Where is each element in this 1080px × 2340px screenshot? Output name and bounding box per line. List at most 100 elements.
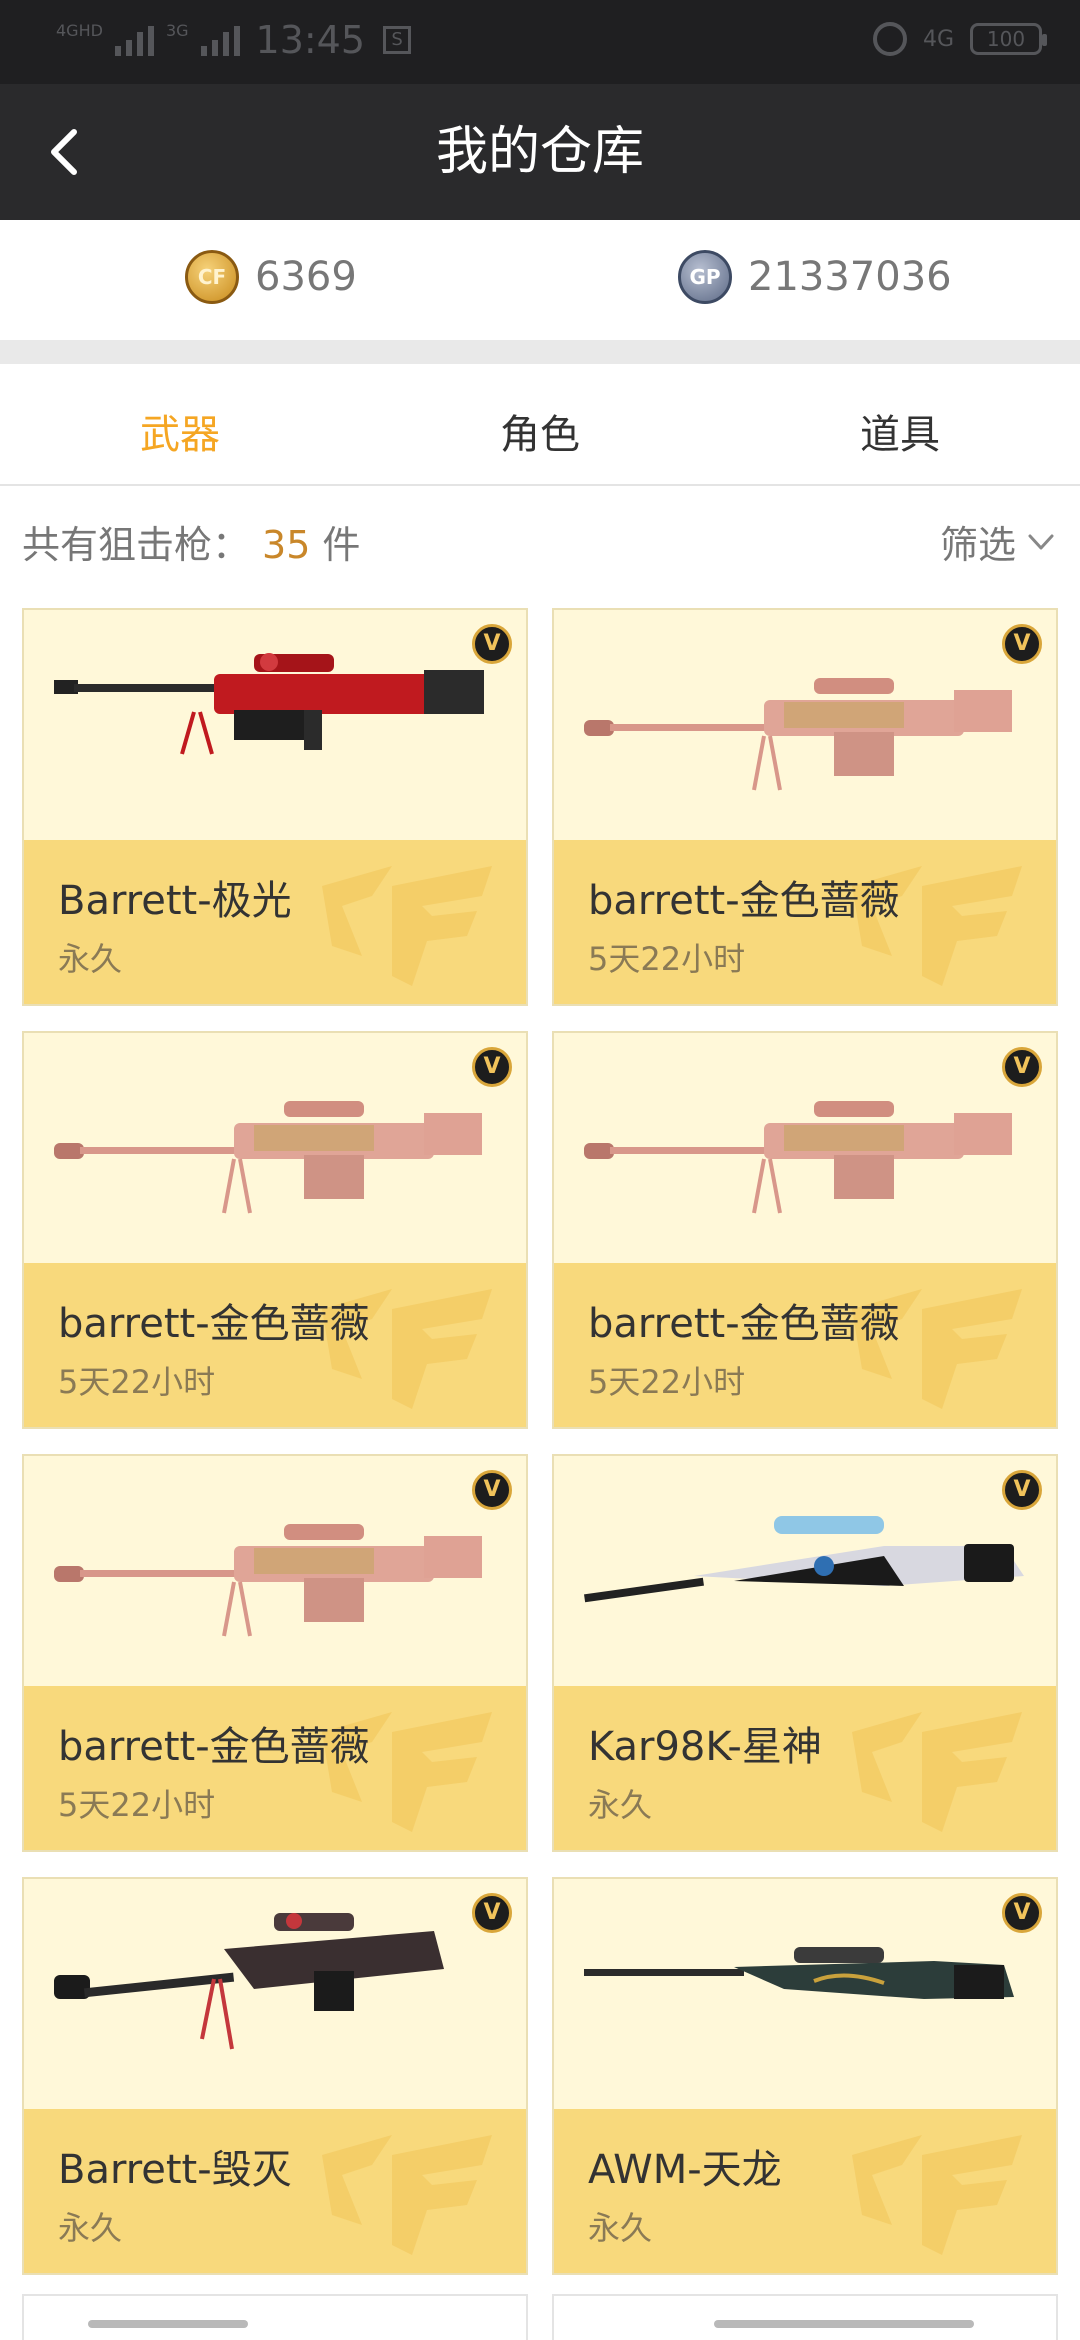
gp-value: 21337036 <box>748 254 952 300</box>
status-left: 4GHD 3G 13:45 S <box>56 18 412 62</box>
category-tabs: 武器 角色 道具 <box>0 364 1080 486</box>
notification-icon: S <box>383 26 412 54</box>
battery-icon: 100 <box>970 23 1047 55</box>
weapon-image <box>24 610 526 840</box>
tab-weapons[interactable]: 武器 <box>0 402 360 460</box>
cf-coin-icon-label: CF <box>197 265 227 289</box>
weapon-image <box>554 610 1056 840</box>
vip-badge-icon: V <box>1002 624 1042 664</box>
clock: 13:45 <box>255 18 366 62</box>
weapon-card[interactable]: Vbarrett-金色蔷薇 5天22小时 <box>22 1031 528 1429</box>
gp-balance: GP 21337036 <box>678 250 952 304</box>
summary-count: 35 <box>262 523 311 567</box>
weapon-duration: 永久 <box>58 2209 123 2247</box>
weapon-info: Barrett-毁灭永久 <box>24 2109 526 2273</box>
barrett-rose-rifle-icon <box>54 1101 482 1214</box>
weapon-card-partial[interactable] <box>552 2294 1058 2340</box>
weapon-card[interactable]: V Kar98K-星神永久 <box>552 1454 1058 1852</box>
status-bar: 4GHD 3G 13:45 S 4G 100 <box>0 0 1080 84</box>
network-4g-label: 4G <box>922 26 954 52</box>
summary-prefix: 共有狙击枪： <box>22 523 251 567</box>
tab-characters[interactable]: 角色 <box>360 402 720 460</box>
weapon-name: barrett-金色蔷薇 <box>588 1301 900 1347</box>
weapon-info: barrett-金色蔷薇 5天22小时 <box>24 1686 526 1850</box>
vip-badge-icon: V <box>1002 1047 1042 1087</box>
network-type-label: 4GHD <box>56 20 103 40</box>
filter-label: 筛选 <box>939 523 1016 567</box>
weapon-duration: 5天22小时 <box>58 1363 216 1401</box>
weapon-image-partial <box>88 2320 248 2328</box>
weapon-image <box>24 1879 526 2109</box>
weapon-duration: 永久 <box>588 1786 653 1824</box>
kar98k-rifle-icon <box>584 1516 1024 1603</box>
status-right: 4G 100 <box>872 22 1047 56</box>
weapon-name: AWM-天龙 <box>588 2147 782 2193</box>
tab-props[interactable]: 道具 <box>720 402 1080 460</box>
cf-coin-icon: CF <box>185 250 239 304</box>
weapon-name: Kar98K-星神 <box>588 1724 822 1770</box>
gp-icon: GP <box>678 250 732 304</box>
weapon-name: barrett-金色蔷薇 <box>58 1301 370 1347</box>
section-divider <box>0 340 1080 364</box>
signal-icon-2 <box>200 24 240 56</box>
weapon-info: Barrett-极光永久 <box>24 840 526 1004</box>
page-title: 我的仓库 <box>435 122 644 182</box>
weapon-card[interactable]: Vbarrett-金色蔷薇 5天22小时 <box>552 608 1058 1006</box>
weapon-duration: 永久 <box>588 2209 653 2247</box>
cf-coin-value: 6369 <box>255 254 357 300</box>
weapon-card[interactable]: V Barrett-毁灭永久 <box>22 1877 528 2275</box>
weapon-info: Kar98K-星神永久 <box>554 1686 1056 1850</box>
barrett-black-rifle-icon <box>54 1913 444 2050</box>
signal-icon <box>114 24 154 56</box>
weapon-card[interactable]: Vbarrett-金色蔷薇 5天22小时 <box>552 1031 1058 1429</box>
vip-badge-icon: V <box>472 1893 512 1933</box>
weapon-name: Barrett-毁灭 <box>58 2147 292 2193</box>
weapon-image <box>554 1879 1056 2109</box>
weapon-card[interactable]: V Barrett-极光永久 <box>22 608 528 1006</box>
weapon-duration: 5天22小时 <box>588 940 746 978</box>
cf-logo-watermark-icon <box>852 2135 1022 2255</box>
cf-coin-balance: CF 6369 <box>185 250 357 304</box>
weapon-name: barrett-金色蔷薇 <box>58 1724 370 1770</box>
weapon-image <box>24 1456 526 1686</box>
weapon-info: barrett-金色蔷薇 5天22小时 <box>24 1263 526 1427</box>
network-type-label-2: 3G <box>165 20 189 40</box>
weapon-name: Barrett-极光 <box>58 878 292 924</box>
gp-icon-label: GP <box>689 265 721 289</box>
weapon-duration: 5天22小时 <box>58 1786 216 1824</box>
weapon-image <box>554 1456 1056 1686</box>
vip-badge-icon: V <box>1002 1893 1042 1933</box>
barrett-rose-rifle-icon <box>584 678 1012 791</box>
weapon-info: AWM-天龙永久 <box>554 2109 1056 2273</box>
alarm-icon <box>872 22 907 56</box>
weapon-image <box>24 1033 526 1263</box>
cf-logo-watermark-icon <box>322 2135 492 2255</box>
weapon-image <box>554 1033 1056 1263</box>
vip-badge-icon: V <box>472 1470 512 1510</box>
cf-logo-watermark-icon <box>322 866 492 986</box>
awm-rifle-icon <box>584 1947 1014 1999</box>
weapon-card[interactable]: V AWM-天龙永久 <box>552 1877 1058 2275</box>
chevron-down-icon <box>1028 534 1054 549</box>
barrett-red-rifle-icon <box>54 653 484 755</box>
weapon-card[interactable]: Vbarrett-金色蔷薇 5天22小时 <box>22 1454 528 1852</box>
weapon-card-partial[interactable] <box>22 2294 528 2340</box>
summary-unit: 件 <box>322 523 361 567</box>
weapon-duration: 5天22小时 <box>588 1363 746 1401</box>
vip-badge-icon: V <box>1002 1470 1042 1510</box>
cf-logo-watermark-icon <box>852 1712 1022 1832</box>
vip-badge-icon: V <box>472 624 512 664</box>
item-count-summary: 共有狙击枪： 35 件 <box>22 514 360 569</box>
vip-badge-icon: V <box>472 1047 512 1087</box>
weapon-info: barrett-金色蔷薇 5天22小时 <box>554 1263 1056 1427</box>
barrett-rose-rifle-icon <box>584 1101 1012 1214</box>
battery-level: 100 <box>986 27 1026 51</box>
weapon-image-partial <box>714 2320 974 2328</box>
barrett-rose-rifle-icon <box>54 1524 482 1637</box>
weapon-duration: 永久 <box>58 940 123 978</box>
weapon-name: barrett-金色蔷薇 <box>588 878 900 924</box>
filter-button[interactable]: 筛选 <box>940 514 1058 569</box>
nav-bar: 我的仓库 <box>0 84 1080 220</box>
weapon-info: barrett-金色蔷薇 5天22小时 <box>554 840 1056 1004</box>
currency-balance: CF 6369 GP 21337036 <box>0 220 1080 340</box>
